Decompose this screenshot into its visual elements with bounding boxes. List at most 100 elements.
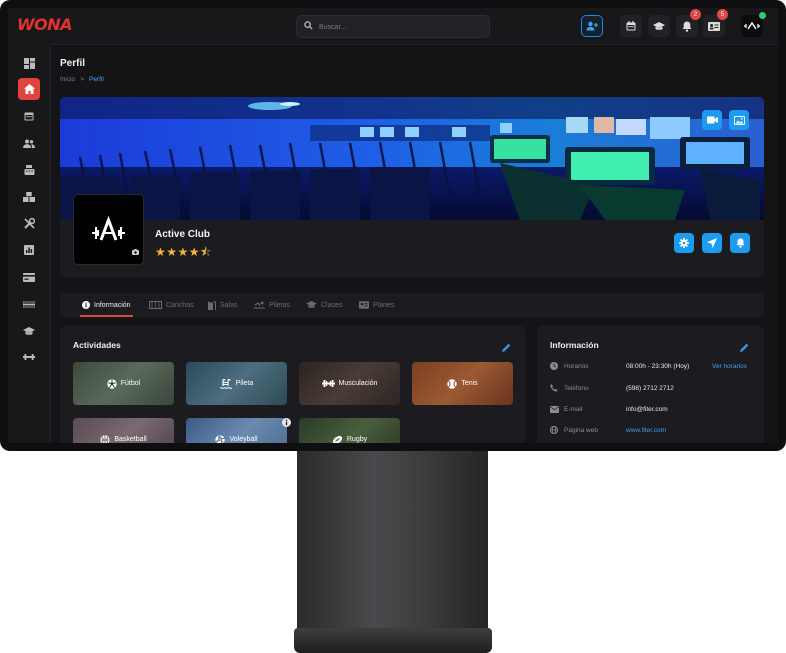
app-logo[interactable]: WONA xyxy=(17,15,73,34)
calendar-icon xyxy=(626,21,636,31)
notifications-badge: 2 xyxy=(690,9,701,20)
online-status-dot xyxy=(759,12,766,19)
sidebar-item-classes[interactable] xyxy=(18,320,40,342)
volleyball-icon xyxy=(215,434,226,443)
activity-label: Voleyball xyxy=(229,436,258,443)
club-logo[interactable] xyxy=(73,194,144,265)
tab-label: Planes xyxy=(373,301,395,309)
club-rating-stars: ★★★★⯪ xyxy=(155,245,212,259)
monitor-stand-neck xyxy=(297,448,488,636)
sidebar-item-register[interactable] xyxy=(18,159,40,181)
info-label: Página web xyxy=(564,426,598,434)
view-schedule-link[interactable]: Ver horarios xyxy=(712,363,747,370)
calendar-button[interactable] xyxy=(620,15,642,37)
info-icon xyxy=(82,301,90,309)
messages-button[interactable]: 5 xyxy=(703,9,728,37)
classes-button[interactable] xyxy=(648,15,670,37)
activity-pileta[interactable]: Pileta xyxy=(186,362,287,405)
video-camera-icon xyxy=(706,116,718,124)
globe-icon xyxy=(550,426,558,434)
activity-label: Rugby xyxy=(346,436,368,443)
info-value[interactable]: info@fiter.com xyxy=(626,406,668,413)
phone-icon xyxy=(550,384,558,392)
search-input[interactable] xyxy=(317,18,481,36)
upload-image-button[interactable] xyxy=(729,110,749,130)
website-link[interactable]: www.fiter.com xyxy=(626,427,666,434)
location-button[interactable] xyxy=(702,233,722,253)
settings-button[interactable] xyxy=(674,233,694,253)
page-title: Perfil xyxy=(60,58,86,69)
tab-clases[interactable]: Clases xyxy=(306,293,342,317)
dumbbell-icon xyxy=(23,354,35,360)
graduation-cap-icon xyxy=(23,326,35,335)
breadcrumb-separator: > xyxy=(80,76,84,83)
tab-label: Piletas xyxy=(269,301,291,309)
calendar-icon xyxy=(24,112,34,121)
information-title: Información xyxy=(550,340,599,350)
search-box[interactable] xyxy=(296,15,490,38)
basketball-icon xyxy=(100,434,111,443)
activity-basketball[interactable]: Basketball xyxy=(73,418,174,443)
boxes-icon xyxy=(23,192,35,202)
sidebar-item-users[interactable] xyxy=(18,132,40,154)
subscribe-notifications-button[interactable] xyxy=(730,233,750,253)
sidebar-item-calendar[interactable] xyxy=(18,105,40,127)
club-logo-icon xyxy=(744,22,760,30)
activity-musculacion[interactable]: Musculación xyxy=(299,362,400,405)
tab-salas[interactable]: Salas xyxy=(207,293,238,317)
tab-planes[interactable]: Planes xyxy=(359,293,394,317)
messages-badge: 5 xyxy=(717,9,728,20)
breadcrumb-home[interactable]: Inicio xyxy=(60,76,75,83)
notifications-button[interactable]: 2 xyxy=(676,9,701,37)
door-icon xyxy=(208,301,216,310)
gear-icon xyxy=(679,238,689,248)
tab-label: Información xyxy=(94,301,131,309)
activity-tenis[interactable]: Tenis xyxy=(412,362,513,405)
user-avatar[interactable] xyxy=(741,12,766,37)
breadcrumb: Inicio > Perfil xyxy=(60,76,104,83)
upload-video-button[interactable] xyxy=(702,110,722,130)
change-photo-icon[interactable] xyxy=(132,242,139,260)
sidebar-item-dashboard[interactable] xyxy=(18,52,40,74)
graduation-cap-icon xyxy=(306,301,317,308)
monitor: WONA 2 5 xyxy=(0,0,786,451)
sidebar-item-training[interactable] xyxy=(18,346,40,368)
add-user-button[interactable] xyxy=(581,15,603,37)
clock-icon xyxy=(550,362,558,370)
edit-information-button[interactable] xyxy=(740,339,749,357)
info-value: 08:00h - 23:30h (Hoy) xyxy=(626,362,690,370)
tab-label: Clases xyxy=(321,301,343,309)
tab-label: Salas xyxy=(220,301,238,309)
add-user-icon xyxy=(586,21,598,31)
bell-icon xyxy=(735,238,745,248)
home-icon xyxy=(23,84,35,94)
users-icon xyxy=(23,139,35,148)
sidebar-item-courts[interactable] xyxy=(18,293,40,315)
sidebar xyxy=(8,44,51,443)
info-row-website: Página web www.fiter.com xyxy=(550,424,666,436)
monitor-stand-base xyxy=(294,628,492,653)
court-icon xyxy=(149,301,162,309)
tab-canchas[interactable]: Canchas xyxy=(149,293,194,317)
activity-voleyball[interactable]: Voleyball xyxy=(186,418,287,443)
image-icon xyxy=(733,115,745,125)
activity-rugby[interactable]: Rugby xyxy=(299,418,400,443)
tab-piletas[interactable]: Piletas xyxy=(254,293,290,317)
info-row-horarios: Horarios 08:00h - 23:30h (Hoy) Ver horar… xyxy=(550,360,747,372)
pool-icon xyxy=(219,378,232,389)
activity-info-icon[interactable] xyxy=(282,414,291,432)
soccer-ball-icon xyxy=(107,378,117,389)
graduation-cap-icon xyxy=(653,21,665,30)
sidebar-item-payments[interactable] xyxy=(18,266,40,288)
club-profile-card: Active Club ★★★★⯪ xyxy=(60,97,764,277)
cash-register-icon xyxy=(24,165,34,175)
activity-futbol[interactable]: Fútbol xyxy=(73,362,174,405)
edit-activities-button[interactable] xyxy=(502,339,511,357)
tab-informacion[interactable]: Información xyxy=(80,293,133,317)
sidebar-item-home[interactable] xyxy=(18,78,40,100)
search-icon xyxy=(304,21,313,30)
sidebar-item-reports[interactable] xyxy=(18,239,40,261)
sidebar-item-inventory[interactable] xyxy=(18,186,40,208)
profile-tabs: Información Canchas Salas Piletas Clases… xyxy=(60,293,764,317)
sidebar-item-tools[interactable] xyxy=(18,212,40,234)
